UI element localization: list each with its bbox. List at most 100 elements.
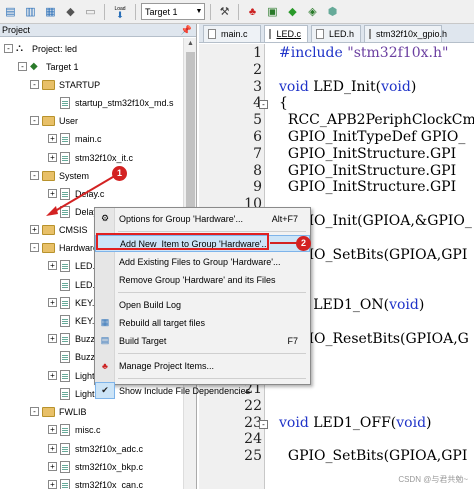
expand-icon[interactable]: + [48, 261, 57, 270]
file-icon [60, 96, 70, 109]
menu-item-remove-group-hardware-and-its-files[interactable]: Remove Group 'Hardware' and its Files [95, 271, 310, 288]
editor-tab-label: LED.h [328, 29, 354, 39]
tree-file-item[interactable]: + stm32f10x_can.c [48, 477, 143, 489]
expand-icon[interactable]: + [48, 153, 57, 162]
build-icon[interactable]: ▥ [22, 3, 39, 20]
components-icon[interactable]: ▣ [264, 3, 281, 20]
menu-item-add-existing-files-to-group-hardware[interactable]: Add Existing Files to Group 'Hardware'..… [95, 253, 310, 270]
menu-item-shortcut: Alt+F7 [271, 213, 298, 224]
editor-tab[interactable]: stm32f10x_gpio.h [364, 25, 447, 42]
stop-build-icon[interactable]: ▭ [82, 3, 99, 20]
editor-tab[interactable]: main.c [203, 25, 261, 42]
manage-icon[interactable]: ♣ [244, 3, 261, 20]
collapse-icon[interactable]: - [30, 243, 39, 252]
expand-icon[interactable]: + [48, 371, 57, 380]
menu-item-rebuild-all-target-files[interactable]: ▦ Rebuild all target files [95, 314, 310, 331]
code-token: LED1_ON( [308, 297, 390, 313]
pack-installer-icon[interactable]: ◈ [304, 3, 321, 20]
menu-item-show-include-file-dependencies[interactable]: ✔ Show Include File Dependencies [95, 382, 310, 399]
tree-group-item[interactable]: - User [30, 113, 78, 128]
menu-item-manage-project-items[interactable]: ♣ Manage Project Items... [95, 357, 310, 374]
expand-icon[interactable]: + [48, 134, 57, 143]
tree-file-item[interactable]: + stm32f10x_adc.c [48, 441, 143, 456]
tree-project-item[interactable]: - ⛬ Project: led [4, 41, 77, 56]
pin-icon[interactable]: 📌 [181, 25, 196, 36]
target-select-value: Target 1 [145, 6, 178, 17]
menu-item-options-for-group-hardware[interactable]: ⚙ Options for Group 'Hardware'... Alt+F7 [95, 210, 310, 227]
code-line: GPIO_SetBits(GPIOA,GPI [279, 448, 467, 464]
translate-icon[interactable]: ▤ [2, 3, 19, 20]
rte-icon[interactable]: ◆ [284, 3, 301, 20]
expand-icon[interactable]: + [48, 480, 57, 489]
expand-icon[interactable]: + [48, 189, 57, 198]
tree-file-item[interactable]: + KEY.c [48, 295, 99, 310]
target-icon: ◆ [30, 60, 38, 72]
checkmark-icon: ✔ [95, 382, 115, 399]
tree-file-item[interactable]: + stm32f10x_bkp.c [48, 459, 143, 474]
tree-target-item[interactable]: - ◆ Target 1 [18, 59, 79, 74]
tree-item-label: misc.c [75, 424, 101, 435]
tree-file-item[interactable]: + LED.c [48, 258, 100, 273]
fold-marker-icon[interactable]: - [259, 419, 268, 429]
editor-tabs: main.c LED.c LED.h stm32f10x_gpio.h [199, 24, 474, 43]
code-line: #include "stm32f10x.h" [279, 45, 448, 61]
editor-tab-label: stm32f10x_gpio.h [376, 29, 448, 39]
options-icon[interactable]: ⚒ [216, 3, 233, 20]
code-token: "stm32f10x.h" [347, 45, 449, 61]
tree-group-item[interactable]: + CMSIS [30, 222, 88, 237]
menu-item-label: Options for Group 'Hardware'... [119, 213, 243, 224]
expand-icon[interactable]: + [48, 334, 57, 343]
code-line: { [279, 95, 288, 111]
line-number: 1 [253, 45, 262, 61]
file-icon [60, 460, 70, 473]
menu-item-build-target[interactable]: ▤ Build Target F7 [95, 332, 310, 349]
code-token: LED1_OFF( [308, 414, 397, 431]
tree-item-label: Project: led [32, 43, 78, 54]
expand-icon[interactable]: + [30, 225, 39, 234]
project-icon: ⛬ [16, 42, 23, 54]
tree-file-item[interactable]: startup_stm32f10x_md.s [60, 95, 174, 110]
code-token: GPIO_InitStructure.GPI [279, 162, 457, 179]
project-panel-title: Project [2, 25, 31, 35]
code-token: GPIO_InitTypeDef GPIO_ [279, 129, 466, 145]
collapse-icon[interactable]: - [4, 44, 13, 53]
collapse-icon[interactable]: - [30, 116, 39, 125]
folder-icon [42, 242, 55, 253]
expand-icon[interactable]: + [48, 462, 57, 471]
tree-group-item[interactable]: - STARTUP [30, 77, 100, 92]
expand-icon[interactable]: + [48, 298, 57, 307]
annotation-badge-1: 1 [112, 166, 127, 181]
tree-item-label: stm32f10x_can.c [75, 479, 144, 489]
tree-file-item[interactable]: + main.c [48, 131, 102, 146]
editor-tab[interactable]: LED.c [264, 25, 308, 42]
collapse-icon[interactable]: - [18, 62, 27, 71]
rebuild-icon[interactable]: ▦ [42, 3, 59, 20]
tree-file-item[interactable]: + Delay.c [48, 186, 104, 201]
tree-item-label: Delay.c [75, 188, 105, 199]
code-token: void [279, 78, 309, 95]
collapse-icon[interactable]: - [30, 171, 39, 180]
tree-file-item[interactable]: + stm32f10x_it.c [48, 150, 133, 165]
menu-separator [118, 353, 306, 354]
menu-separator [118, 231, 306, 232]
expand-icon[interactable]: + [48, 444, 57, 453]
batch-build-icon[interactable]: ◆ [62, 3, 79, 20]
tree-group-item[interactable]: - FWLIB [30, 404, 87, 419]
tree-group-item[interactable]: - Hardware [30, 240, 98, 255]
menu-item-open-build-log[interactable]: Open Build Log [95, 296, 310, 313]
watermark: CSDN @与君共勉~ [398, 475, 468, 484]
project-icon[interactable]: ⬢ [324, 3, 341, 20]
collapse-icon[interactable]: - [30, 407, 39, 416]
tree-file-item[interactable]: + misc.c [48, 422, 101, 437]
editor-tab[interactable]: LED.h [311, 25, 361, 42]
line-number: 7 [253, 145, 262, 162]
scroll-up-icon[interactable]: ▲ [184, 38, 197, 50]
fold-marker-icon[interactable]: - [259, 100, 268, 110]
load-icon[interactable]: Load ⬇ [110, 3, 130, 20]
line-number: 8 [253, 162, 262, 179]
expand-icon[interactable]: + [48, 425, 57, 434]
tree-group-item[interactable]: - System [30, 168, 89, 183]
collapse-icon[interactable]: - [30, 80, 39, 89]
menu-separator [118, 378, 306, 379]
target-select[interactable]: Target 1 ▼ [141, 3, 205, 20]
